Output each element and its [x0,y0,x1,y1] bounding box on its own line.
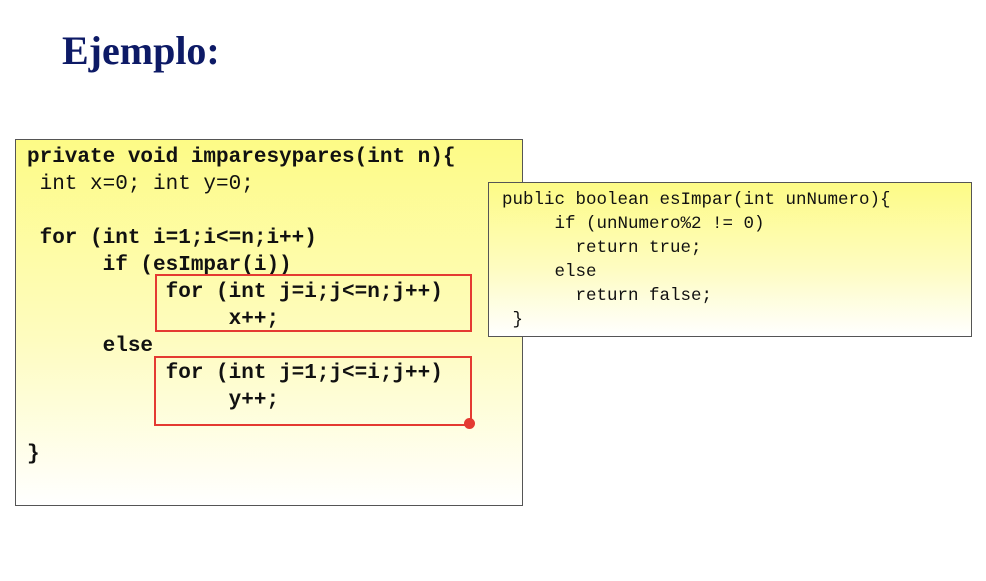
slide-title: Ejemplo: [62,28,220,73]
helper-line-return-true: return true; [502,238,702,258]
code-line-outer-for: for (int i=1;i<=n;i++) [27,227,317,250]
helper-line-if: if (unNumero%2 != 0) [502,214,765,234]
code-line-closing-brace: } [27,443,40,466]
code-line-else: else [27,335,154,358]
helper-line-return-false: return false; [502,286,713,306]
helper-line-closing-brace: } [502,310,524,330]
code-line-declarations: int x=0; int y=0; [27,173,254,196]
highlight-box-y-loop [154,356,472,426]
helper-code-box: public boolean esImpar(int unNumero){ if… [488,182,972,337]
helper-line-signature: public boolean esImpar(int unNumero){ [502,190,891,210]
code-line-method-signature: private void imparesypares(int n){ [27,146,456,169]
highlight-handle-dot[interactable] [464,418,475,429]
helper-line-else: else [502,262,597,282]
highlight-box-x-loop [155,274,472,332]
